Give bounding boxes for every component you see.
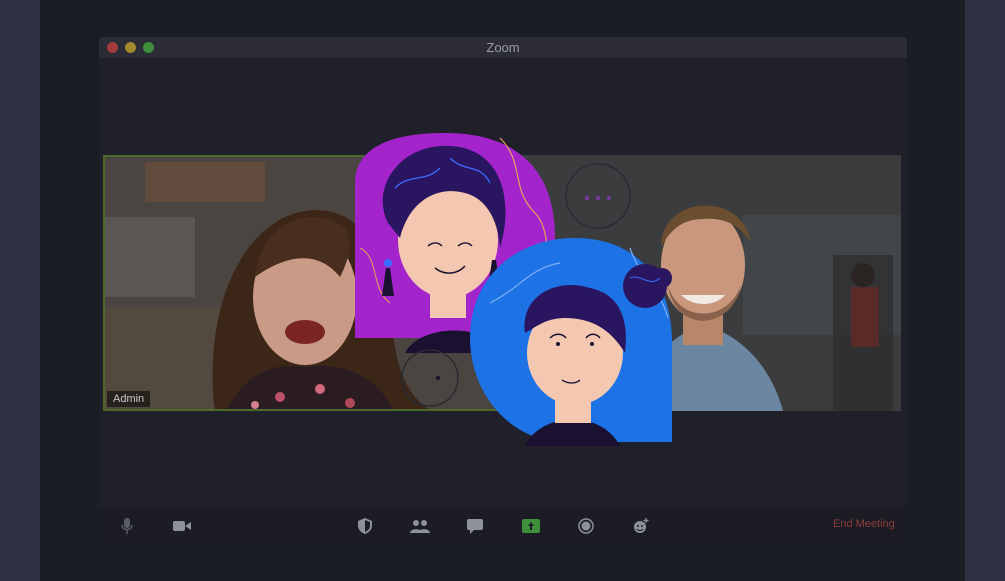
security-shield-icon bbox=[358, 518, 372, 534]
window-title: Zoom bbox=[486, 40, 520, 55]
mute-button[interactable] bbox=[116, 516, 138, 536]
chat-icon bbox=[467, 518, 483, 534]
end-meeting-button[interactable]: End Meeting bbox=[833, 518, 895, 530]
reactions-icon bbox=[634, 518, 649, 533]
participant-name-label: Admin bbox=[107, 391, 151, 407]
participants-icon bbox=[410, 520, 430, 533]
participants-button[interactable] bbox=[409, 516, 431, 536]
chat-button[interactable] bbox=[464, 516, 486, 536]
share-screen-icon bbox=[522, 519, 540, 533]
meeting-toolbar: End Meeting bbox=[99, 507, 907, 545]
record-icon bbox=[578, 518, 594, 534]
reactions-button[interactable] bbox=[630, 516, 652, 536]
security-button[interactable] bbox=[354, 516, 376, 536]
avatar-illustration bbox=[355, 133, 672, 446]
record-button[interactable] bbox=[575, 516, 597, 536]
video-camera-icon bbox=[173, 521, 191, 531]
video-button[interactable] bbox=[171, 516, 193, 536]
title-bar: Zoom bbox=[99, 37, 907, 58]
share-screen-button[interactable] bbox=[520, 516, 542, 536]
microphone-icon bbox=[121, 518, 133, 534]
